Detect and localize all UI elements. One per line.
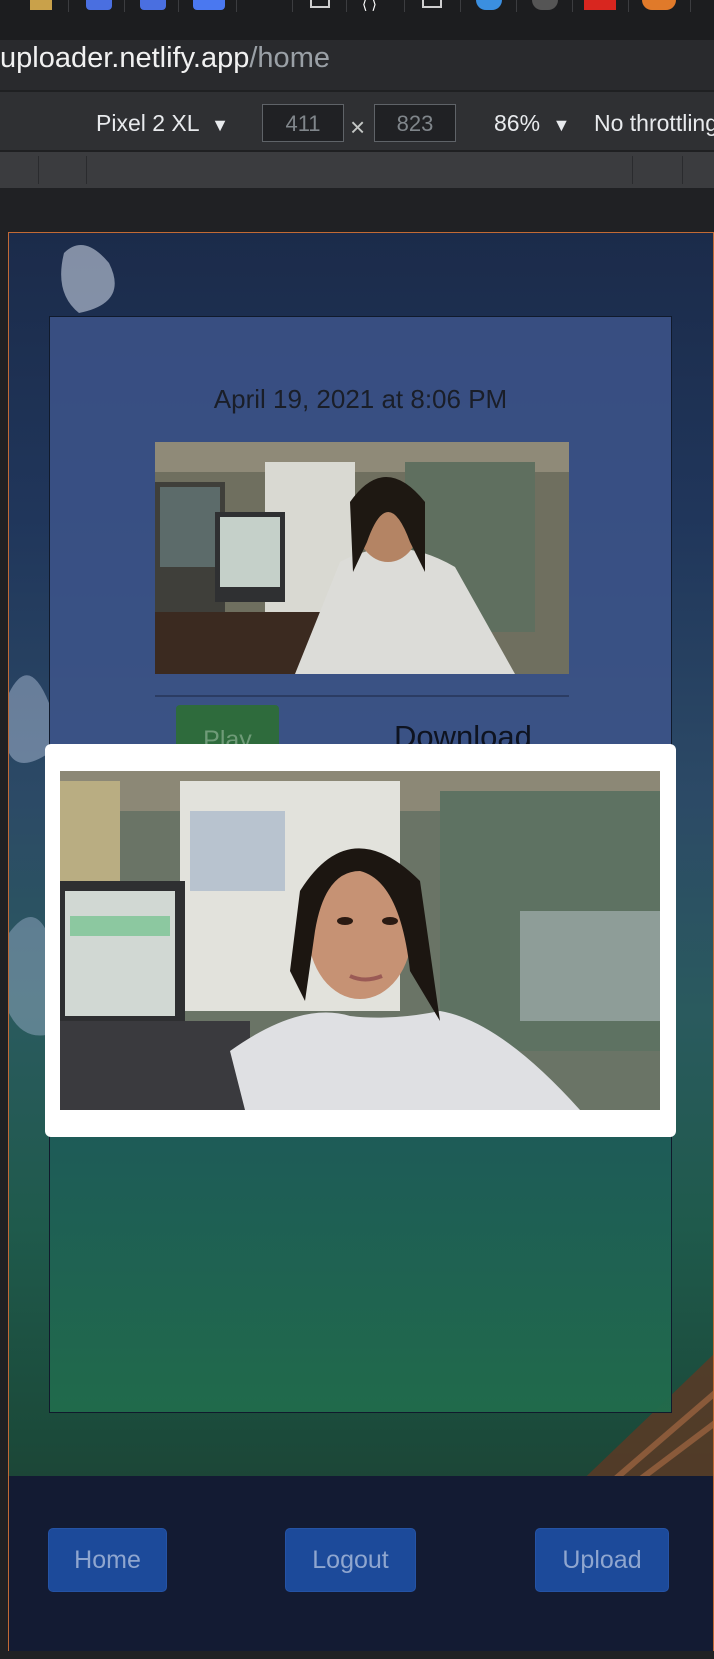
tab-divider bbox=[346, 0, 347, 12]
logout-button[interactable]: Logout bbox=[285, 1528, 416, 1592]
zoom-select[interactable]: 86% ▼ bbox=[494, 110, 570, 137]
media-query-bar bbox=[0, 152, 714, 188]
video-thumbnail[interactable] bbox=[155, 442, 569, 674]
tab-divider bbox=[460, 0, 461, 12]
ruler-divider bbox=[86, 156, 87, 184]
device-name: Pixel 2 XL bbox=[96, 110, 199, 136]
ruler-divider bbox=[632, 156, 633, 184]
video-modal bbox=[45, 744, 676, 1137]
url-host: uploader.netlify.app bbox=[0, 42, 250, 74]
tab-favicon-icon[interactable] bbox=[422, 0, 442, 8]
tab-divider bbox=[690, 0, 691, 12]
times-icon: × bbox=[350, 112, 366, 142]
tab-favicon-icon[interactable] bbox=[532, 0, 558, 10]
tab-favicon-icon[interactable] bbox=[476, 0, 502, 10]
tab-divider bbox=[292, 0, 293, 12]
tab-divider bbox=[572, 0, 573, 12]
url-path: /home bbox=[249, 42, 330, 74]
tab-favicon-icon[interactable] bbox=[584, 0, 616, 10]
tab-favicon-icon[interactable] bbox=[193, 0, 225, 10]
post-date: April 19, 2021 at 8:06 PM bbox=[213, 384, 508, 414]
chevron-down-icon: ▼ bbox=[211, 115, 229, 135]
height-input[interactable]: 823 bbox=[374, 104, 456, 142]
throttling-select[interactable]: No throttling bbox=[594, 110, 714, 137]
url-text[interactable]: uploader.netlify.app/home bbox=[0, 42, 330, 75]
post-card-lower bbox=[49, 1136, 672, 1413]
tab-favicon-icon[interactable] bbox=[30, 0, 52, 10]
zoom-value: 86% bbox=[494, 110, 541, 136]
video-player[interactable] bbox=[60, 771, 660, 1110]
tab-divider bbox=[404, 0, 405, 12]
ruler-divider bbox=[38, 156, 39, 184]
download-button[interactable]: Download bbox=[394, 715, 554, 745]
tab-favicon-icon[interactable] bbox=[310, 0, 330, 8]
tab-favicon-icon[interactable] bbox=[642, 0, 676, 10]
tab-divider bbox=[178, 0, 179, 12]
tab-favicon-icon[interactable] bbox=[86, 0, 112, 10]
width-input[interactable]: 411 bbox=[262, 104, 344, 142]
home-button[interactable]: Home bbox=[48, 1528, 167, 1592]
browser-tab-strip: ⟨ ⟩ bbox=[0, 0, 714, 40]
tab-divider bbox=[68, 0, 69, 12]
upload-button[interactable]: Upload bbox=[535, 1528, 669, 1592]
chevron-down-icon: ▼ bbox=[552, 115, 571, 135]
play-button[interactable]: Play bbox=[176, 705, 279, 745]
tab-divider bbox=[516, 0, 517, 12]
thumbnail-divider bbox=[155, 695, 569, 697]
tab-code-icon[interactable]: ⟨ ⟩ bbox=[362, 0, 394, 11]
device-select[interactable]: Pixel 2 XL ▼ bbox=[96, 110, 229, 137]
tab-divider bbox=[124, 0, 125, 12]
ruler-divider bbox=[682, 156, 683, 184]
tab-divider bbox=[236, 0, 237, 12]
tab-favicon-icon[interactable] bbox=[140, 0, 166, 10]
tab-divider bbox=[628, 0, 629, 12]
